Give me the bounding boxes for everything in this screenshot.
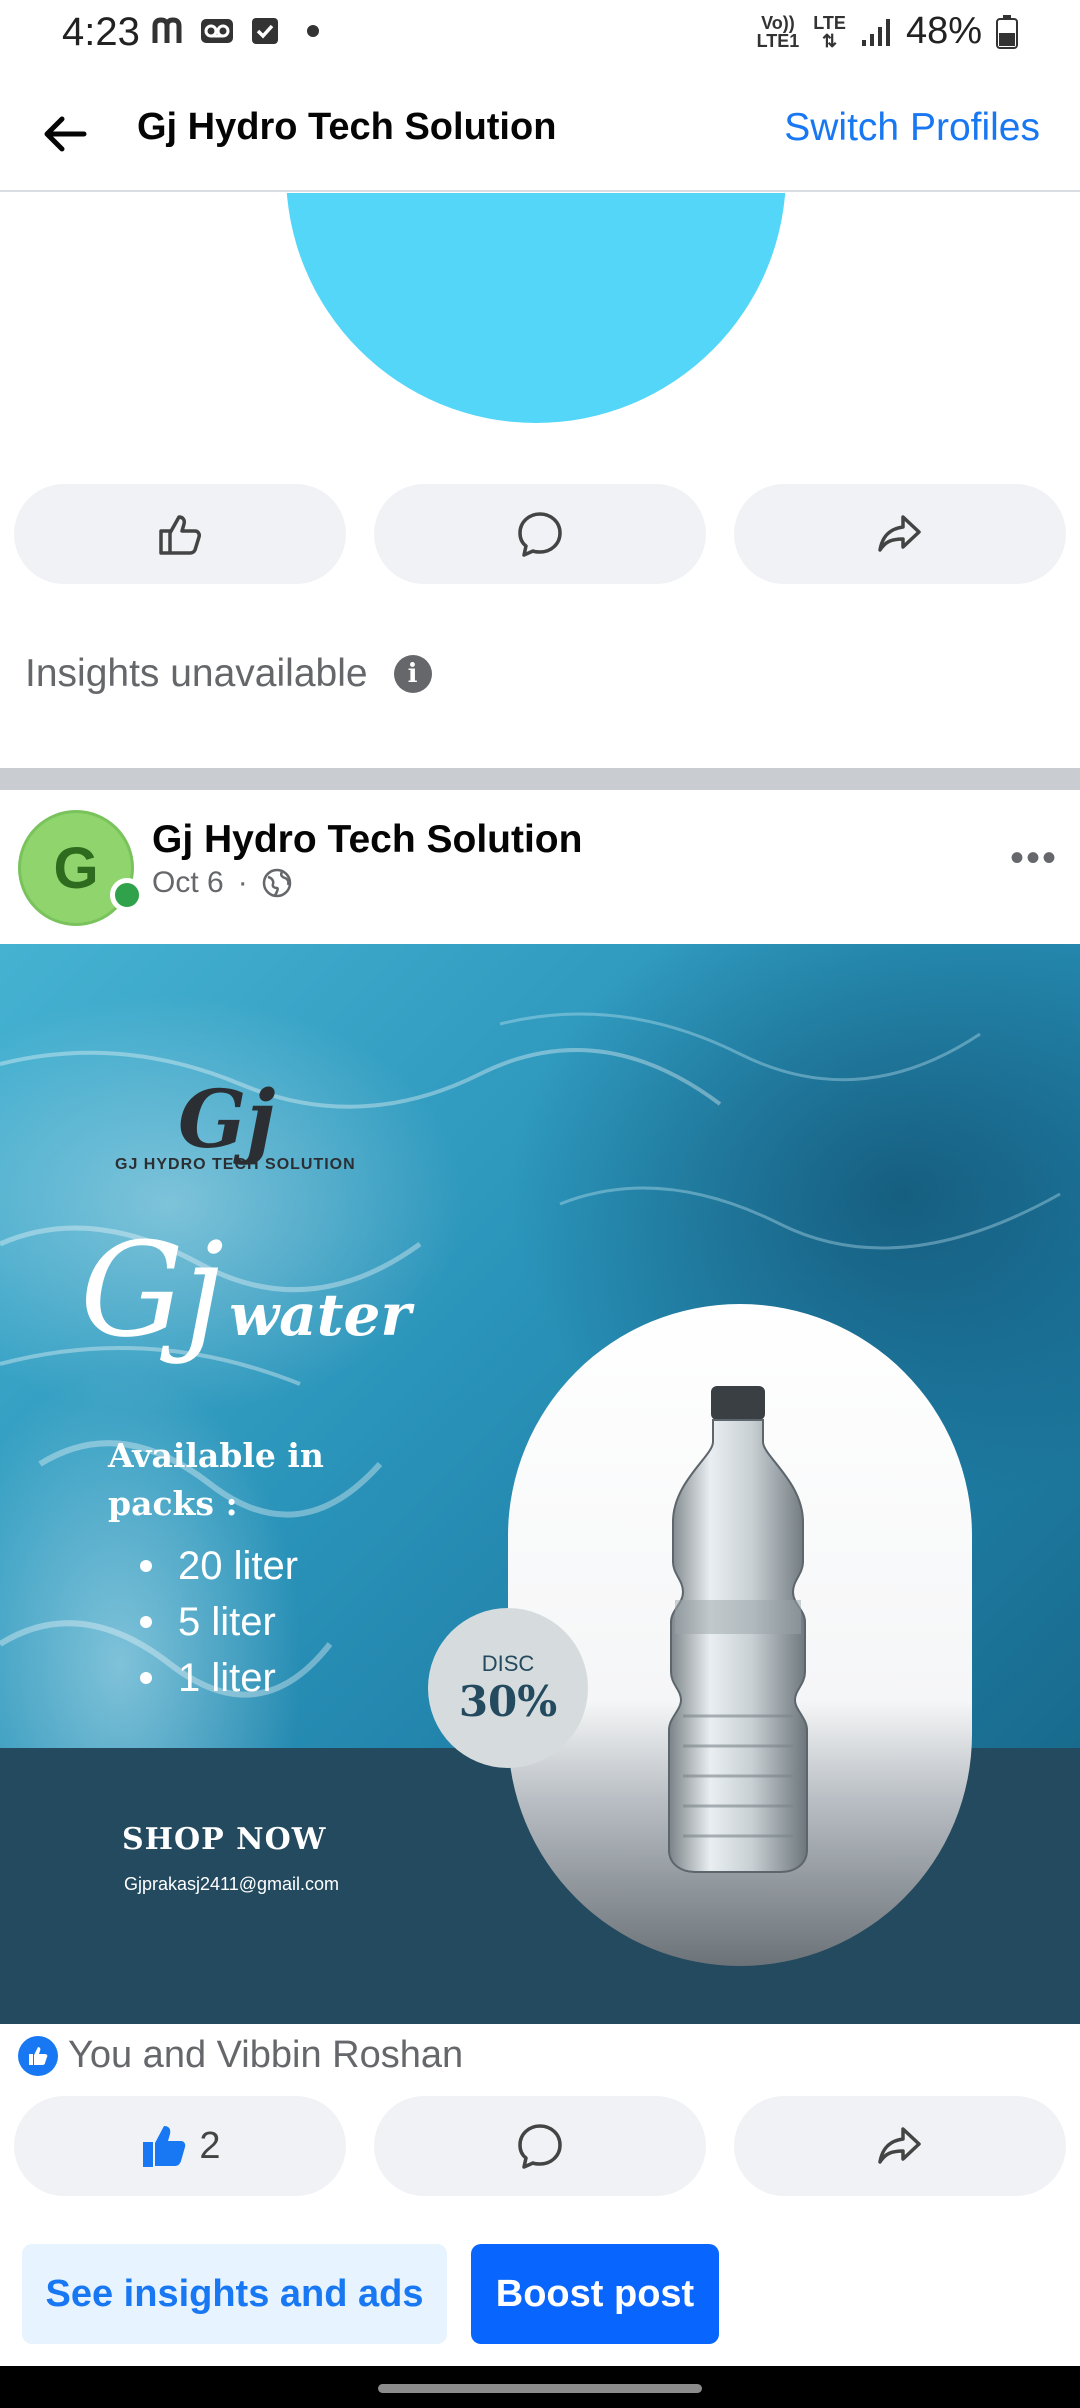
discount-badge: DISC 30% — [428, 1608, 588, 1768]
bottle-photo-frame — [508, 1304, 972, 1966]
battery-icon — [996, 14, 1018, 49]
data-arrows-icon: ⇅ — [822, 30, 838, 51]
insights-unavailable: Insights unavailable i — [25, 652, 432, 696]
info-icon[interactable]: i — [393, 655, 432, 693]
post-actions: 2 — [14, 2096, 1066, 2196]
volte-top-label: Vo)) — [761, 12, 795, 33]
share-icon — [878, 515, 921, 552]
pack-item: 20 liter — [140, 1538, 298, 1594]
share-button[interactable] — [734, 2096, 1066, 2196]
brand-title: Gj water — [80, 1214, 411, 1366]
post-image[interactable]: Gj GJ HYDRO TECH SOLUTION Gj water Avail… — [0, 944, 1080, 2024]
notification-icons — [152, 14, 330, 48]
share-button[interactable] — [734, 484, 1066, 584]
discount-label: DISC — [481, 1650, 535, 1676]
home-gesture-handle[interactable] — [378, 2384, 702, 2393]
volte-bottom-label: LTE1 — [756, 30, 800, 51]
signal-icon — [861, 18, 890, 46]
liked-button[interactable]: 2 — [14, 2096, 346, 2196]
like-reaction-icon — [18, 2035, 58, 2076]
previous-post-image[interactable] — [0, 193, 1080, 453]
status-bar: 4:23 Vo)) LTE1 LTE ⇅ 48% — [0, 0, 1080, 68]
like-count: 2 — [199, 2124, 221, 2167]
see-insights-button[interactable]: See insights and ads — [22, 2244, 447, 2344]
back-button[interactable] — [36, 104, 96, 164]
contact-email: Gjprakasj2411@gmail.com — [124, 1874, 340, 1894]
brand-gj: Gj — [80, 1214, 225, 1366]
boost-post-button[interactable]: Boost post — [471, 2244, 719, 2344]
dot-icon — [296, 14, 330, 48]
available-heading: Available in packs : — [108, 1436, 324, 1523]
battery-percent: 48% — [905, 10, 982, 52]
pack-item: 1 liter — [140, 1650, 298, 1706]
water-bottle-illustration — [668, 1386, 808, 1873]
share-icon — [878, 2127, 921, 2164]
lte-label: LTE — [813, 12, 846, 33]
post-date[interactable]: Oct 6 — [152, 866, 224, 900]
brand-logo-text: GJ HYDRO TECH SOLUTION — [115, 1156, 356, 1173]
like-icon — [159, 515, 201, 555]
task-check-icon — [248, 14, 282, 48]
brand-water: water — [229, 1281, 412, 1349]
lte-indicator: LTE ⇅ — [813, 14, 846, 50]
reactions-summary[interactable]: You and Vibbin Roshan — [18, 2034, 463, 2077]
like-button[interactable] — [14, 484, 346, 584]
brand-logo-mark: Gj — [178, 1072, 276, 1166]
post-author[interactable]: Gj Hydro Tech Solution — [152, 818, 582, 862]
pack-list: 20 liter 5 liter 1 liter — [140, 1538, 298, 1706]
volte-indicator: Vo)) LTE1 — [757, 14, 800, 50]
status-right: Vo)) LTE1 LTE ⇅ 48% — [757, 10, 1018, 53]
blue-circle-graphic — [286, 193, 786, 423]
comment-button[interactable] — [374, 484, 706, 584]
switch-profiles-link[interactable]: Switch Profiles — [784, 106, 1040, 150]
app-header: Gj Hydro Tech Solution Switch Profiles — [0, 68, 1080, 192]
pack-item: 5 liter — [140, 1594, 298, 1650]
discount-value: 30% — [458, 1676, 558, 1726]
online-status-dot — [110, 878, 144, 912]
voicemail-icon — [200, 14, 234, 48]
like-filled-icon — [143, 2126, 186, 2167]
shop-now-text: SHOP NOW — [122, 1822, 327, 1857]
screen: 4:23 Vo)) LTE1 LTE ⇅ 48% Gj Hydro Tech S… — [0, 0, 1080, 2408]
comment-button[interactable] — [374, 2096, 706, 2196]
page-title: Gj Hydro Tech Solution — [137, 106, 557, 148]
back-arrow-icon — [44, 116, 87, 152]
status-time: 4:23 — [62, 10, 140, 54]
previous-post-actions — [14, 484, 1066, 584]
meta-separator: · — [237, 866, 248, 899]
insights-label: Insights unavailable — [25, 652, 368, 695]
feed-divider — [0, 768, 1080, 790]
more-options-icon[interactable]: ••• — [1010, 836, 1058, 881]
comment-icon — [518, 2124, 562, 2169]
comment-icon — [518, 512, 562, 557]
post-meta: Oct 6 · — [152, 866, 292, 900]
reactions-text: You and Vibbin Roshan — [68, 2034, 464, 2076]
globe-icon — [262, 868, 291, 898]
messenger-m-icon — [152, 14, 186, 48]
